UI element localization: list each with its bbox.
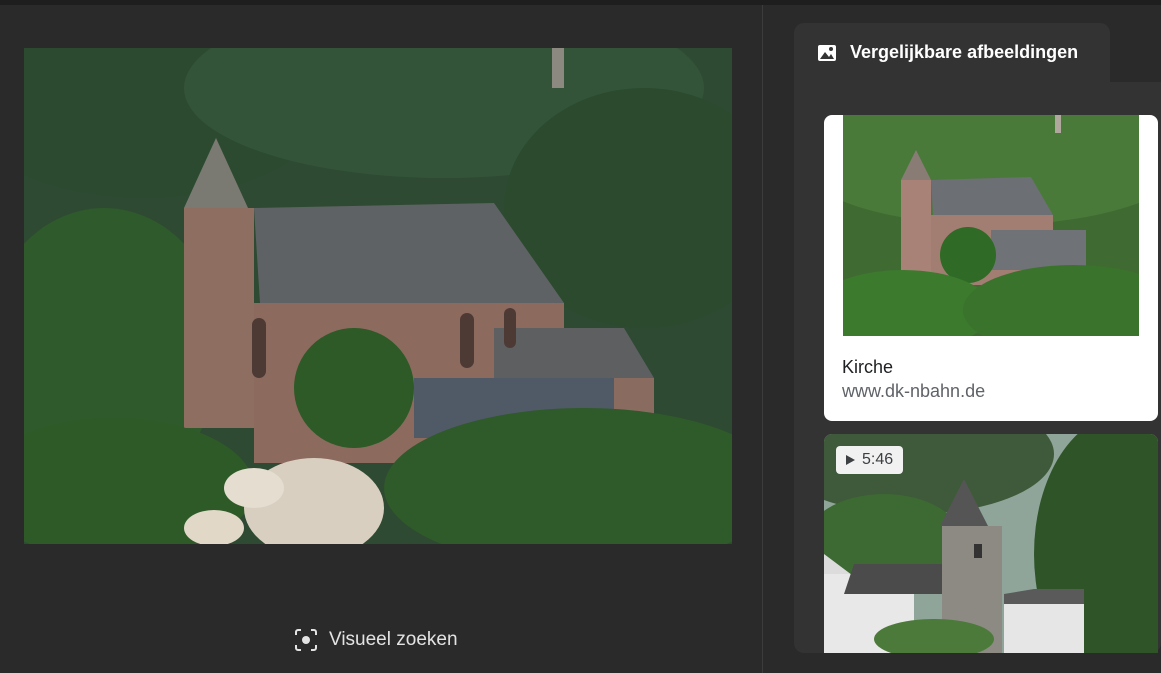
main-image[interactable] bbox=[24, 48, 732, 544]
video-duration: 5:46 bbox=[862, 451, 894, 468]
visual-search-button[interactable]: Visueel zoeken bbox=[293, 625, 458, 655]
video-duration-badge: 5:46 bbox=[836, 446, 904, 474]
tab-label: Vergelijkbare afbeeldingen bbox=[850, 42, 1079, 62]
image-icon bbox=[816, 42, 838, 64]
play-icon bbox=[844, 454, 856, 466]
lens-icon bbox=[293, 627, 319, 653]
result-source: www.dk-nbahn.de bbox=[842, 381, 986, 401]
tab-similar-images[interactable]: Vergelijkbare afbeeldingen bbox=[794, 23, 1110, 82]
visual-search-label: Visueel zoeken bbox=[329, 629, 458, 650]
result-card[interactable]: Kirche www.dk-nbahn.de bbox=[824, 115, 1158, 421]
result-thumbnail bbox=[843, 115, 1139, 336]
result-title: Kirche bbox=[842, 357, 894, 377]
result-card-video[interactable]: 5:46 bbox=[824, 434, 1158, 653]
